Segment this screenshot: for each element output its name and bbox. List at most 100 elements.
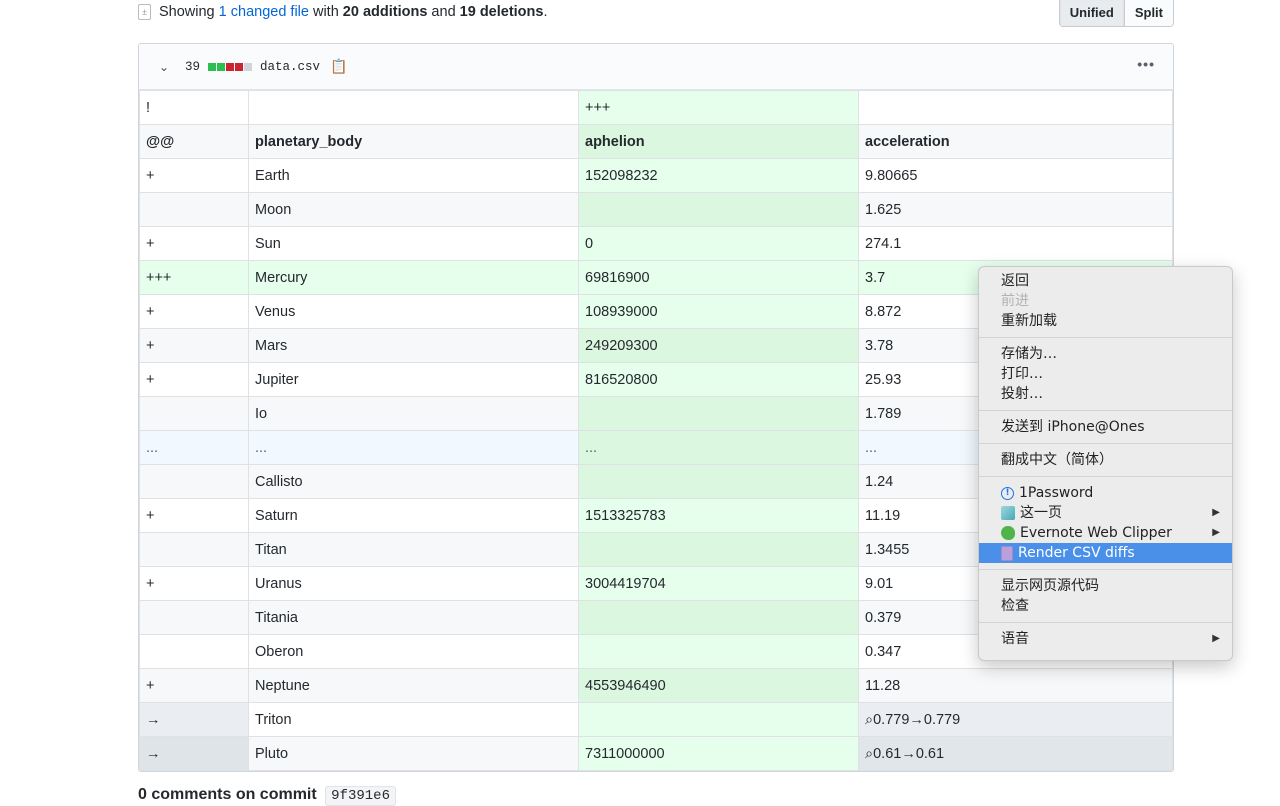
file-diff-icon: ± [138,4,151,20]
menu-item[interactable]: Render CSV diffs [979,543,1232,563]
planetary-body-cell: Titania [248,600,579,635]
diff-marker-cell: + [139,226,249,261]
planetary-body-cell: Uranus [248,566,579,601]
aphelion-cell: 0 [578,226,859,261]
menu-item-label: 打印… [1001,366,1043,382]
menu-item-label: 投射… [1001,386,1043,402]
planetary-body-cell: Jupiter [248,362,579,397]
menu-item[interactable]: 翻成中文（简体） [979,450,1232,470]
summary-text: with [308,4,343,20]
table-row: + Earth 152098232 9.80665 [139,158,1173,193]
acceleration-cell: 11.28 [858,668,1173,703]
diffstat-block-added [208,62,217,71]
aphelion-cell [578,192,859,227]
copy-path-icon[interactable]: 📋 [330,58,347,75]
menu-item[interactable]: 显示网页源代码 [979,576,1232,596]
diff-marker-cell [139,600,249,635]
diff-marker-cell [139,634,249,669]
collapse-chevron-icon[interactable]: ⌄ [159,60,173,74]
diff-marker-cell: + [139,668,249,703]
aphelion-cell: 152098232 [578,158,859,193]
acceleration-cell [858,90,1173,125]
aphelion-cell: 816520800 [578,362,859,397]
diff-marker-cell: + [139,566,249,601]
aphelion-cell: aphelion [578,124,859,159]
unified-view-button[interactable]: Unified [1059,0,1125,26]
planetary-body-cell: Io [248,396,579,431]
menu-item[interactable]: ! 1Password [979,483,1232,503]
diff-marker-cell: ... [139,430,249,465]
planetary-body-cell: Mars [248,328,579,363]
planetary-body-cell: planetary_body [248,124,579,159]
more-options-button[interactable]: ••• [1137,56,1155,72]
evernote-icon [1001,526,1015,540]
planetary-body-cell: ... [248,430,579,465]
menu-item-label: 检查 [1001,598,1029,614]
deletions-count: 19 deletions [459,4,544,20]
diff-marker-cell: + [139,294,249,329]
diffstat-block-deleted [235,62,244,71]
planetary-body-cell: Titan [248,532,579,567]
file-header: ⌄ 39 data.csv 📋 ••• [139,44,1173,90]
aphelion-cell [578,396,859,431]
menu-item[interactable]: 重新加载 [979,311,1232,331]
aphelion-cell: ... [578,430,859,465]
menu-item-label: 这一页 [1020,505,1062,521]
menu-item-label: 翻成中文（简体） [1001,452,1113,468]
csv-file-icon [1001,545,1013,561]
acceleration-cell: 274.1 [858,226,1173,261]
diff-marker-cell [139,532,249,567]
menu-item[interactable]: 发送到 iPhone@Ones [979,417,1232,437]
aphelion-cell: 4553946490 [578,668,859,703]
diffstat-block-added [217,62,226,71]
commit-sha[interactable]: 9f391e6 [325,786,396,806]
menu-item[interactable]: 检查 [979,596,1232,616]
aphelion-cell: 7311000000 [578,736,859,771]
table-header-row: @@ planetary_body aphelion acceleration [139,124,1173,159]
diff-marker-cell: +++ [139,260,249,295]
file-name[interactable]: data.csv [260,60,320,74]
menu-item[interactable]: 这一页 ▶ [979,503,1232,523]
planetary-body-cell: Earth [248,158,579,193]
menu-item-label: 前进 [1001,293,1029,309]
table-row: Moon 1.625 [139,192,1173,227]
menu-item-label: 重新加载 [1001,313,1057,329]
aphelion-cell: 1513325783 [578,498,859,533]
menu-item-label: 存储为… [1001,346,1057,362]
diff-marker-cell: → [139,702,249,737]
context-menu: 返回前进重新加载存储为… 打印… 投射… 发送到 iPhone@Ones 翻成中文（简体… [978,266,1233,661]
table-row: ! +++ [139,90,1173,125]
menu-item[interactable]: 投射… [979,384,1232,404]
planetary-body-cell: Triton [248,702,579,737]
menu-item[interactable]: Evernote Web Clipper ▶ [979,523,1232,543]
1password-icon: ! [1001,486,1014,500]
menu-separator [979,569,1232,570]
menu-item-label: Render CSV diffs [1018,545,1135,561]
aphelion-cell: +++ [578,90,859,125]
menu-separator [979,443,1232,444]
comments-title: 0 comments on commit [138,786,317,803]
planetary-body-cell: Venus [248,294,579,329]
aphelion-cell [578,600,859,635]
planetary-body-cell: Neptune [248,668,579,703]
diff-marker-cell: @@ [139,124,249,159]
diff-marker-cell [139,396,249,431]
aphelion-cell: 3004419704 [578,566,859,601]
menu-item: 前进 [979,291,1232,311]
planetary-body-cell: Pluto [248,736,579,771]
changed-files-link[interactable]: 1 changed file [219,4,309,20]
menu-item[interactable]: 语音 ▶ [979,629,1232,649]
split-view-button[interactable]: Split [1124,0,1173,26]
aphelion-cell: 108939000 [578,294,859,329]
menu-item-label: Evernote Web Clipper [1020,525,1172,541]
menu-item[interactable]: 返回 [979,271,1232,291]
diffstat-block-neutral [244,62,253,71]
menu-item[interactable]: 打印… [979,364,1232,384]
menu-item[interactable]: 存储为… [979,344,1232,364]
aphelion-cell: 69816900 [578,260,859,295]
menu-separator [979,476,1232,477]
diff-summary-bar: ± Showing 1 changed file with 20 additio… [138,0,1174,28]
diff-marker-cell: + [139,328,249,363]
additions-count: 20 additions [342,4,428,20]
planetary-body-cell: Saturn [248,498,579,533]
